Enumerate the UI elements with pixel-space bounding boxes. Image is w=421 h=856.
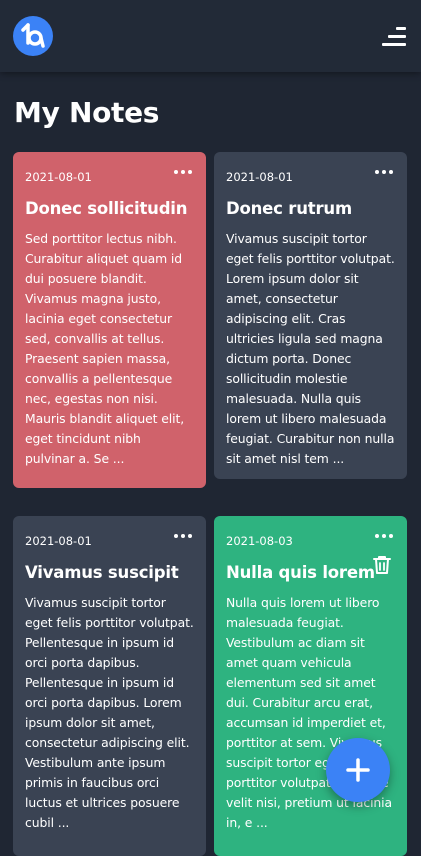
note-body: Vivamus suscipit tortor eget felis portt…	[226, 231, 395, 466]
more-options-icon[interactable]	[174, 534, 192, 540]
trash-icon[interactable]	[373, 555, 391, 575]
note-body: Sed porttitor lectus nibh. Curabitur ali…	[25, 231, 185, 466]
add-note-button[interactable]	[326, 738, 390, 802]
more-options-icon[interactable]	[375, 170, 393, 176]
note-date: 2021-08-01	[25, 534, 92, 548]
more-options-icon[interactable]	[174, 170, 192, 176]
note-title: Donec rutrum	[226, 199, 352, 218]
menu-icon[interactable]	[382, 27, 406, 47]
note-card[interactable]: 2021-08-01 Vivamus suscipit Vivamus susc…	[13, 516, 206, 856]
page-title: My Notes	[14, 96, 160, 129]
note-body: Vivamus suscipit tortor eget felis portt…	[25, 595, 194, 830]
note-card[interactable]: 2021-08-01 Donec sollicitudin Sed portti…	[13, 152, 206, 488]
plus-icon	[346, 758, 370, 782]
note-title: Vivamus suscipit	[25, 563, 179, 582]
note-date: 2021-08-01	[226, 170, 293, 184]
app-header	[0, 0, 421, 72]
app-logo-icon[interactable]	[13, 16, 53, 56]
note-date: 2021-08-01	[25, 170, 92, 184]
note-title: Nulla quis lorem	[226, 563, 375, 582]
note-title: Donec sollicitudin	[25, 199, 188, 218]
note-card[interactable]: 2021-08-03 Nulla quis lorem Nulla quis l…	[214, 516, 407, 856]
note-date: 2021-08-03	[226, 534, 293, 548]
more-options-icon[interactable]	[375, 534, 393, 540]
note-card[interactable]: 2021-08-01 Donec rutrum Vivamus suscipit…	[214, 152, 407, 479]
